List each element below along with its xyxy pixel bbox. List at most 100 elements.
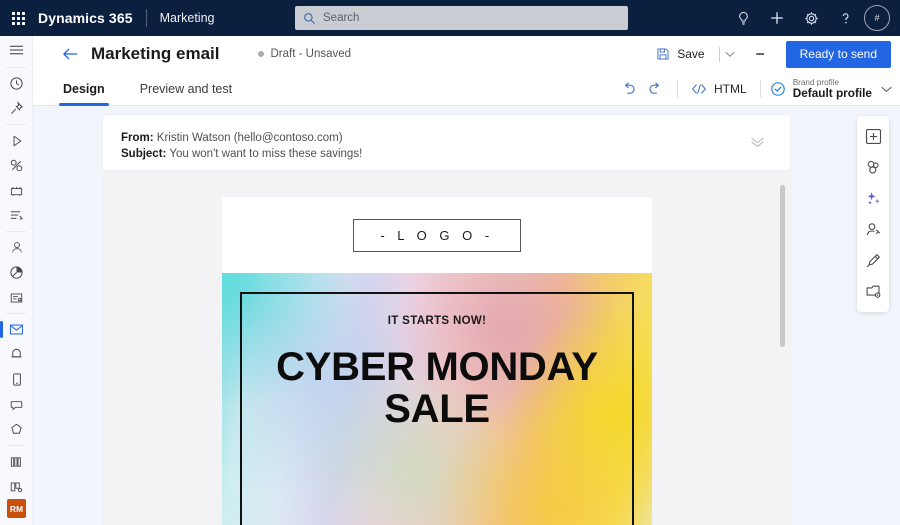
- sidebar-item-custom-channels[interactable]: [0, 417, 33, 442]
- sidebar-item-emails[interactable]: [0, 317, 33, 342]
- ready-to-send-button[interactable]: Ready to send: [785, 40, 891, 68]
- logo-placeholder: - L O G O -: [353, 218, 521, 252]
- push-icon: [11, 348, 22, 358]
- email-editor-surface: From: Kristin Watson (hello@contoso.com)…: [103, 115, 790, 525]
- media-assets-button[interactable]: [857, 276, 889, 307]
- status-text: Draft - Unsaved: [270, 48, 352, 60]
- expand-details-button[interactable]: [748, 133, 766, 151]
- element-toolbar: [857, 116, 889, 312]
- form-icon: [10, 293, 23, 302]
- save-label: Save: [677, 47, 705, 61]
- left-navigation-rail: RM: [0, 36, 33, 525]
- brand-profile-value: Default profile: [792, 85, 872, 100]
- sidebar-item-contacts[interactable]: [0, 235, 33, 260]
- global-search[interactable]: [295, 6, 628, 30]
- chat-icon: [10, 400, 23, 410]
- more-commands-button[interactable]: [748, 41, 772, 67]
- flow-icon: [10, 211, 24, 220]
- html-view-button[interactable]: HTML: [687, 76, 751, 102]
- brand-title: Dynamics 365: [38, 10, 133, 26]
- redo-button[interactable]: [642, 75, 668, 103]
- code-brackets-icon: [692, 84, 706, 94]
- person-icon: [11, 242, 22, 253]
- tab-preview-and-test[interactable]: Preview and test: [136, 72, 236, 106]
- pin-icon: [11, 101, 24, 114]
- sidebar-item-events[interactable]: [0, 178, 33, 203]
- brand-profile-selector[interactable]: Brand profile Default profile: [770, 74, 892, 104]
- sidebar-item-journeys[interactable]: [0, 128, 33, 153]
- email-preview-body: - L O G O - IT STARTS NOW! CYBER MONDAY …: [103, 171, 790, 525]
- email-logo-block[interactable]: - L O G O -: [222, 197, 652, 273]
- add-element-icon: [865, 128, 881, 145]
- sidebar-item-text-messages[interactable]: [0, 392, 33, 417]
- rail-divider: [6, 445, 26, 446]
- email-template: - L O G O - IT STARTS NOW! CYBER MONDAY …: [222, 197, 652, 525]
- question-icon: [842, 12, 849, 23]
- design-toolbar: HTML Brand profile Default profile: [616, 72, 892, 106]
- rail-divider: [6, 313, 26, 314]
- ai-sparkle-icon: [867, 192, 880, 204]
- library-icon: [10, 456, 21, 467]
- hero-title-text: CYBER MONDAY SALE: [276, 345, 598, 432]
- sidebar-item-pinned[interactable]: [0, 96, 33, 121]
- gear-icon-button[interactable]: [794, 0, 828, 36]
- save-button[interactable]: Save: [650, 41, 710, 67]
- avatar[interactable]: #: [864, 5, 890, 31]
- question-icon-button[interactable]: [828, 0, 862, 36]
- back-button[interactable]: [55, 39, 85, 69]
- layouts-button[interactable]: [857, 152, 889, 183]
- save-dropdown-button[interactable]: [721, 41, 740, 67]
- rail-divider: [6, 67, 26, 68]
- plus-icon-button[interactable]: [760, 0, 794, 36]
- brand-profile-text: Brand profile Default profile: [793, 78, 872, 101]
- email-subject-line: Subject: You won't want to miss these sa…: [121, 147, 790, 163]
- sidebar-item-analytics[interactable]: [0, 260, 33, 285]
- hero-kicker-text: IT STARTS NOW!: [387, 315, 487, 327]
- top-navigation-bar: Dynamics 365 Marketing Search #: [0, 0, 900, 36]
- sidebar-item-forms[interactable]: [0, 285, 33, 310]
- sidebar-item-recent[interactable]: [0, 71, 33, 96]
- play-icon: [13, 135, 21, 146]
- sidebar-item-templates[interactable]: [0, 474, 33, 499]
- html-label: HTML: [714, 82, 747, 96]
- undo-button[interactable]: [616, 75, 642, 103]
- toolbar-divider: [677, 80, 679, 98]
- mobile-icon: [12, 373, 21, 386]
- sidebar-item-segments[interactable]: [0, 153, 33, 178]
- status-badge: Draft - Unsaved: [257, 48, 352, 60]
- clock-icon: [10, 77, 23, 90]
- sidebar-item-workflows[interactable]: [0, 203, 33, 228]
- personalization-icon: [866, 223, 880, 236]
- styles-button[interactable]: [857, 245, 889, 276]
- mail-icon: [10, 324, 23, 335]
- app-launcher-button[interactable]: [0, 0, 36, 36]
- double-chevron-down-icon: [750, 137, 764, 147]
- personalization-button[interactable]: [857, 214, 889, 245]
- waffle-icon: [11, 11, 25, 25]
- sidebar-item-mobile[interactable]: [0, 367, 33, 392]
- tab-design[interactable]: Design: [59, 72, 109, 106]
- analytics-icon: [10, 266, 23, 279]
- editor-canvas: From: Kristin Watson (hello@contoso.com)…: [33, 106, 900, 525]
- search-input[interactable]: [323, 12, 620, 24]
- email-from-label: From:: [121, 132, 154, 144]
- lightbulb-icon-button[interactable]: [726, 0, 760, 36]
- search-icon: [303, 12, 316, 25]
- brand-divider: [145, 9, 147, 27]
- email-hero-block[interactable]: IT STARTS NOW! CYBER MONDAY SALE: [222, 273, 652, 525]
- undo-icon: [625, 82, 635, 94]
- sidebar-item-library[interactable]: [0, 449, 33, 474]
- rail-divider: [6, 124, 26, 125]
- email-from-line: From: Kristin Watson (hello@contoso.com): [121, 131, 790, 147]
- app-name-label: Marketing: [159, 11, 215, 25]
- canvas-scrollbar-thumb[interactable]: [780, 185, 785, 347]
- add-element-button[interactable]: [857, 121, 889, 152]
- tab-design-label: Design: [63, 81, 105, 96]
- sidebar-item-hamburger[interactable]: [0, 36, 33, 64]
- segments-icon: [10, 159, 23, 172]
- command-bar: Marketing email Draft - Unsaved Save Rea…: [33, 36, 900, 72]
- ai-assistant-button[interactable]: [857, 183, 889, 214]
- user-badge[interactable]: RM: [7, 499, 26, 518]
- email-meta-header: From: Kristin Watson (hello@contoso.com)…: [103, 115, 790, 171]
- sidebar-item-push[interactable]: [0, 342, 33, 367]
